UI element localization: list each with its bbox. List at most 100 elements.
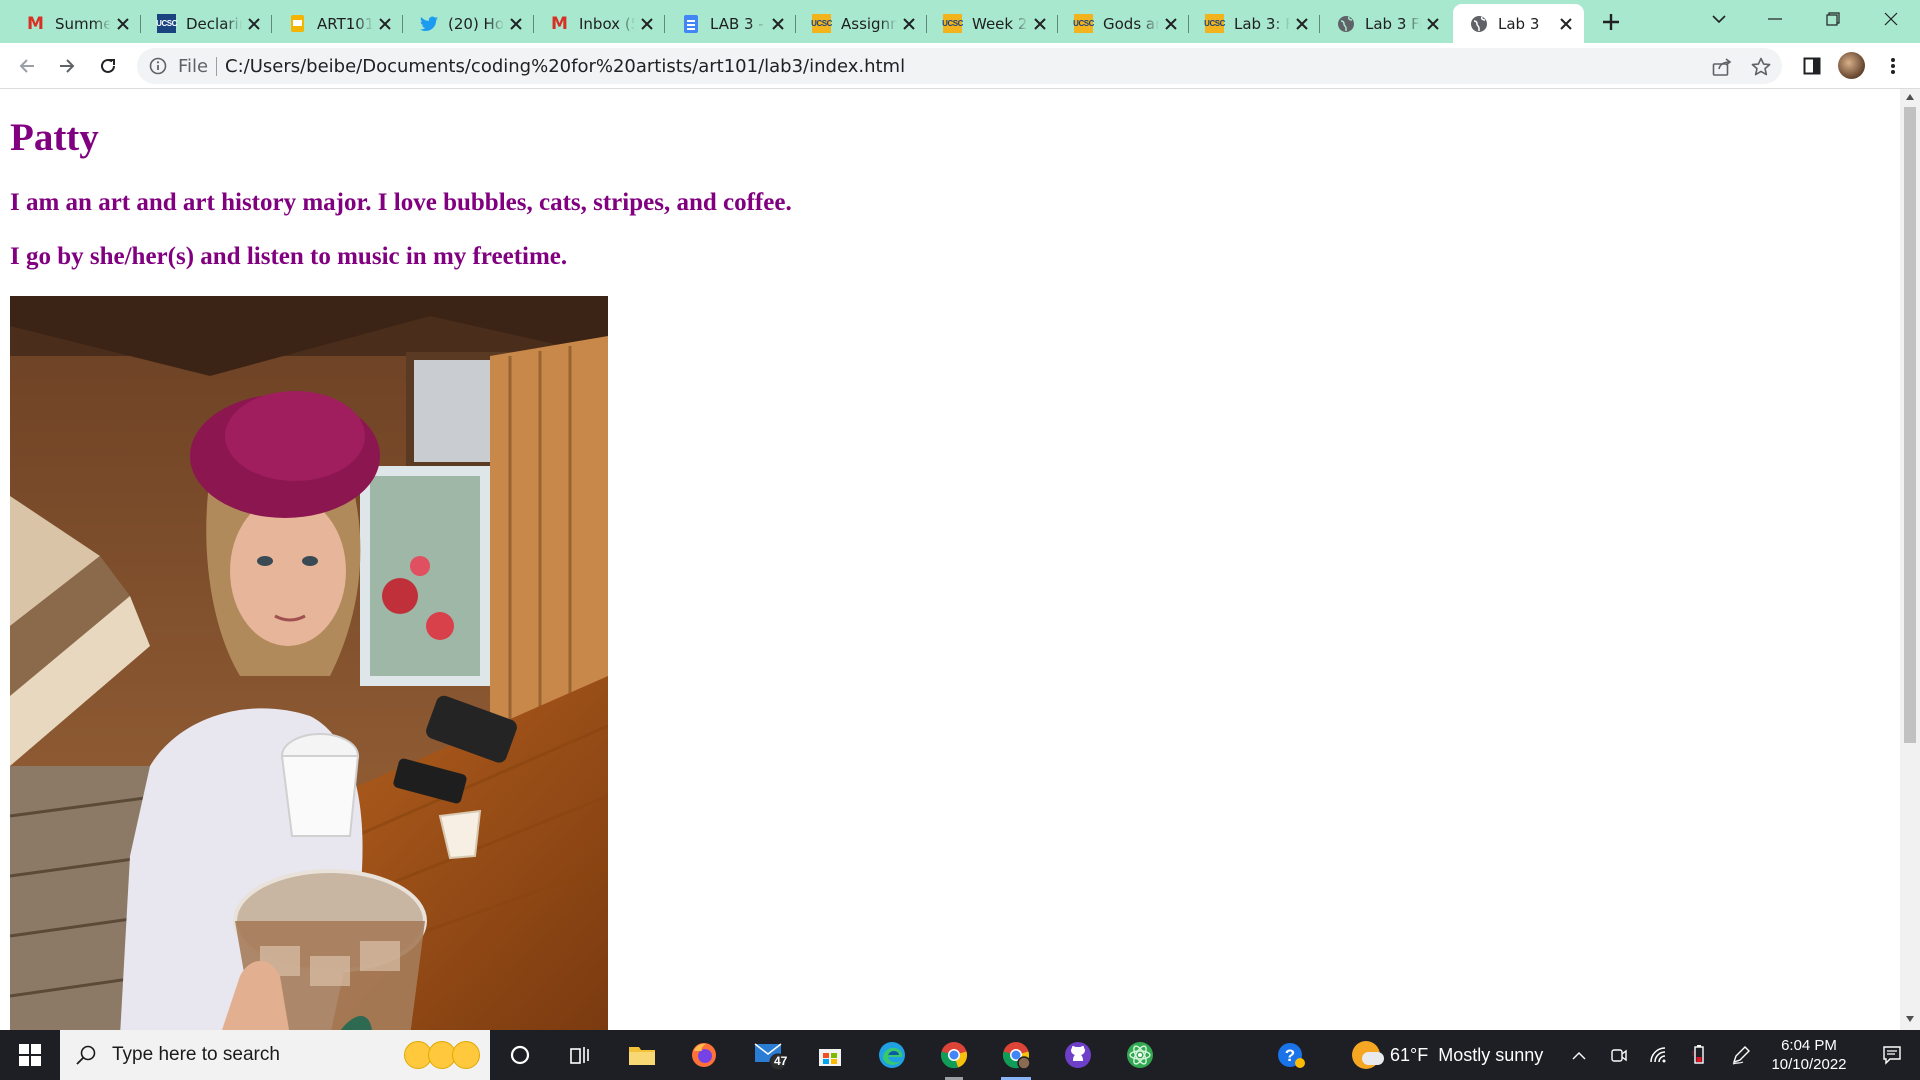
- weather-widget[interactable]: 61°F Mostly sunny: [1352, 1030, 1543, 1080]
- ucsc-icon: UCSC: [942, 14, 963, 33]
- meet-now-icon[interactable]: [1603, 1030, 1635, 1080]
- site-info-icon[interactable]: [148, 56, 168, 76]
- side-panel-icon[interactable]: [1796, 50, 1828, 82]
- web-page: Patty I am an art and art history major.…: [0, 89, 1900, 1030]
- address-bar[interactable]: File C:/Users/beibe/Documents/coding%20f…: [137, 48, 1782, 84]
- page-scrollbar[interactable]: [1900, 89, 1920, 1030]
- close-window-button[interactable]: [1862, 0, 1920, 38]
- firefox-icon[interactable]: [676, 1030, 732, 1080]
- close-tab-icon[interactable]: [115, 16, 131, 32]
- close-tab-icon[interactable]: [1425, 16, 1441, 32]
- restore-button[interactable]: [1804, 0, 1862, 38]
- tab-assignments[interactable]: UCSC Assignm: [796, 4, 927, 43]
- tab-title: Lab 3 Fi: [1365, 14, 1421, 33]
- search-icon: [74, 1043, 98, 1067]
- chrome-icon[interactable]: [926, 1030, 982, 1080]
- tab-declaring[interactable]: UCSC Declaring: [141, 4, 272, 43]
- tab-strip: M Summer UCSC Declaring ART101 (20) Home…: [0, 0, 1920, 43]
- url-text[interactable]: C:/Users/beibe/Documents/coding%20for%20…: [225, 56, 905, 77]
- tab-art101[interactable]: ART101: [272, 4, 403, 43]
- tab-twitter-home[interactable]: (20) Home: [403, 4, 534, 43]
- share-icon[interactable]: [1710, 55, 1734, 79]
- tab-title: Assignm: [841, 14, 897, 33]
- chrome-profile-icon[interactable]: [988, 1030, 1044, 1080]
- scroll-up-arrow[interactable]: [1905, 93, 1915, 101]
- google-docs-icon: [681, 14, 700, 33]
- profile-avatar[interactable]: [1838, 52, 1865, 79]
- close-tab-icon[interactable]: [639, 16, 655, 32]
- emoji-search-highlight-icon[interactable]: [404, 1041, 480, 1069]
- tab-summer[interactable]: M Summer: [10, 4, 141, 43]
- notifications-icon[interactable]: [1870, 1030, 1914, 1080]
- tab-lab3-doc[interactable]: LAB 3 -: [665, 4, 796, 43]
- close-tab-icon[interactable]: [1163, 16, 1179, 32]
- microsoft-store-icon[interactable]: [802, 1030, 858, 1080]
- close-tab-icon[interactable]: [901, 16, 917, 32]
- tab-title: Inbox (5: [579, 14, 635, 33]
- tab-week2[interactable]: UCSC Week 2: [927, 4, 1058, 43]
- task-view-icon[interactable]: [552, 1030, 608, 1080]
- pronouns-paragraph: I go by she/her(s) and listen to music i…: [10, 243, 568, 270]
- scrollbar-thumb[interactable]: [1904, 107, 1916, 743]
- new-tab-button[interactable]: [1596, 7, 1626, 37]
- taskbar-clock[interactable]: 6:04 PM 10/10/2022: [1764, 1036, 1854, 1074]
- tab-title: Week 2: [972, 14, 1028, 33]
- google-slides-icon: [288, 14, 307, 33]
- tab-lab3-f[interactable]: UCSC Lab 3: F: [1189, 4, 1320, 43]
- close-tab-icon[interactable]: [1294, 16, 1310, 32]
- tab-title: Declaring: [186, 14, 242, 33]
- minimize-button[interactable]: [1746, 0, 1804, 38]
- twitter-icon: [419, 14, 438, 33]
- browser-toolbar: File C:/Users/beibe/Documents/coding%20f…: [0, 43, 1920, 89]
- tab-title: Lab 3: F: [1234, 14, 1290, 33]
- tab-search-button[interactable]: [1690, 0, 1748, 38]
- atom-app-icon[interactable]: [1112, 1030, 1168, 1080]
- scroll-down-arrow[interactable]: [1905, 1015, 1915, 1023]
- menu-kebab-icon[interactable]: [1877, 50, 1909, 82]
- gmail-icon: M: [551, 13, 568, 34]
- help-icon[interactable]: ?: [1263, 1030, 1319, 1080]
- tab-title: Lab 3: [1498, 14, 1540, 33]
- bookmark-star-icon[interactable]: [1749, 55, 1773, 79]
- close-tab-icon[interactable]: [1032, 16, 1048, 32]
- weather-temp: 61°F: [1390, 1044, 1429, 1065]
- forward-button[interactable]: [51, 50, 83, 82]
- cortana-icon[interactable]: [492, 1030, 548, 1080]
- start-button[interactable]: [0, 1030, 60, 1080]
- tab-title: Summer: [55, 14, 111, 33]
- tab-title: Gods ar: [1103, 14, 1159, 33]
- tab-lab3-fi[interactable]: Lab 3 Fi: [1320, 4, 1451, 43]
- tab-title: LAB 3 -: [710, 14, 764, 33]
- tab-lab3-active[interactable]: Lab 3: [1453, 4, 1584, 43]
- taskbar-search-box[interactable]: Type here to search: [60, 1030, 490, 1080]
- close-tab-icon[interactable]: [1558, 16, 1574, 32]
- file-explorer-icon[interactable]: [614, 1030, 670, 1080]
- reload-button[interactable]: [92, 50, 124, 82]
- edge-icon[interactable]: [864, 1030, 920, 1080]
- svg-text:!: !: [1692, 1051, 1694, 1058]
- close-tab-icon[interactable]: [377, 16, 393, 32]
- scheme-label: File: [178, 56, 209, 77]
- close-tab-icon[interactable]: [508, 16, 524, 32]
- battery-icon[interactable]: !: [1683, 1030, 1715, 1080]
- windows-icon: [19, 1044, 41, 1066]
- globe-icon: [1469, 14, 1488, 33]
- ucsc-icon: UCSC: [811, 14, 832, 33]
- tab-inbox[interactable]: M Inbox (5: [534, 4, 665, 43]
- show-hidden-icons-chevron-icon[interactable]: [1563, 1030, 1595, 1080]
- intro-paragraph: I am an art and art history major. I lov…: [10, 189, 792, 216]
- weather-condition: Mostly sunny: [1438, 1044, 1544, 1065]
- github-desktop-icon[interactable]: [1050, 1030, 1106, 1080]
- close-tab-icon[interactable]: [246, 16, 262, 32]
- mail-icon[interactable]: 47: [741, 1030, 797, 1080]
- globe-icon: [1336, 14, 1355, 33]
- windows-taskbar: Type here to search 47 ? 61°F Mostly sun…: [0, 1030, 1920, 1080]
- back-button[interactable]: [11, 50, 43, 82]
- wifi-icon[interactable]: [1643, 1030, 1675, 1080]
- ucsc-icon: UCSC: [1073, 14, 1094, 33]
- clock-time: 6:04 PM: [1781, 1037, 1837, 1054]
- pen-workspace-icon[interactable]: [1725, 1030, 1757, 1080]
- gmail-icon: M: [27, 13, 44, 34]
- close-tab-icon[interactable]: [770, 16, 786, 32]
- tab-gods[interactable]: UCSC Gods ar: [1058, 4, 1189, 43]
